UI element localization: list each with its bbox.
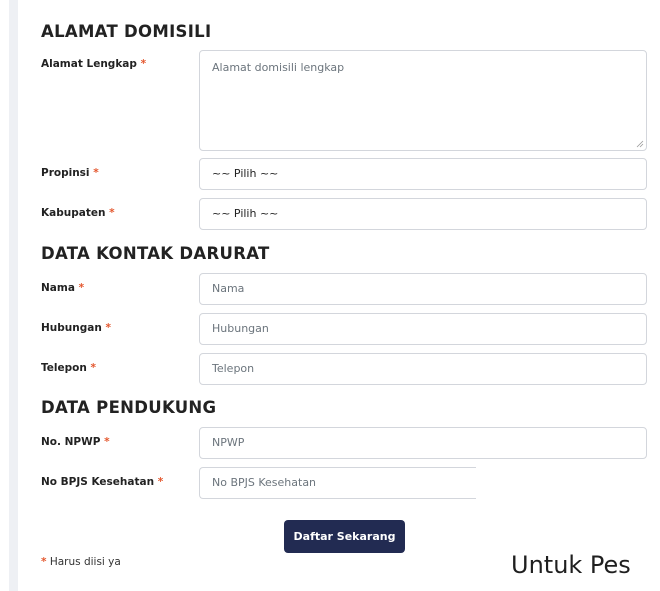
- province-select[interactable]: ~~ Pilih ~~: [199, 158, 647, 190]
- required-mark: *: [93, 167, 99, 179]
- name-placeholder: Nama: [212, 282, 245, 295]
- label-npwp: No. NPWP *: [41, 436, 110, 448]
- required-mark: *: [105, 322, 111, 334]
- label-relationship-text: Hubungan: [41, 322, 102, 334]
- label-bpjs-text: No BPJS Kesehatan: [41, 476, 155, 488]
- relationship-placeholder: Hubungan: [212, 322, 269, 335]
- resize-grip-icon[interactable]: [636, 140, 644, 148]
- label-province: Propinsi *: [41, 167, 99, 179]
- label-phone: Telepon *: [41, 362, 96, 374]
- footnote-text: Harus diisi ya: [49, 556, 121, 568]
- label-name: Nama *: [41, 282, 84, 294]
- name-input[interactable]: Nama: [199, 273, 647, 305]
- npwp-input[interactable]: NPWP: [199, 427, 647, 459]
- overlay-heading: Untuk Pes: [511, 551, 631, 579]
- section-title-support: DATA PENDUKUNG: [41, 398, 217, 417]
- phone-placeholder: Telepon: [212, 362, 255, 375]
- regency-select[interactable]: ~~ Pilih ~~: [199, 198, 647, 230]
- label-relationship: Hubungan *: [41, 322, 111, 334]
- submit-button[interactable]: Daftar Sekarang: [284, 520, 405, 553]
- phone-input[interactable]: Telepon: [199, 353, 647, 385]
- footnote-mark: *: [41, 556, 47, 568]
- required-mark: *: [157, 476, 164, 488]
- npwp-placeholder: NPWP: [212, 436, 245, 449]
- section-title-domicile: ALAMAT DOMISILI: [41, 22, 212, 41]
- regency-selected-value: ~~ Pilih ~~: [212, 207, 279, 220]
- full-address-textarea[interactable]: Alamat domisili lengkap: [199, 50, 647, 151]
- label-province-text: Propinsi: [41, 167, 90, 179]
- full-address-placeholder: Alamat domisili lengkap: [212, 61, 345, 74]
- required-footnote: * Harus diisi ya: [41, 556, 121, 568]
- required-mark: *: [104, 436, 110, 448]
- section-title-emergency: DATA KONTAK DARURAT: [41, 244, 270, 263]
- label-npwp-text: No. NPWP: [41, 436, 101, 448]
- required-mark: *: [109, 207, 115, 219]
- label-full-address: Alamat Lengkap *: [41, 58, 146, 70]
- label-name-text: Nama: [41, 282, 75, 294]
- required-mark: *: [90, 362, 96, 374]
- label-regency: Kabupaten *: [41, 207, 115, 219]
- label-phone-text: Telepon: [41, 362, 87, 374]
- label-bpjs: No BPJS Kesehatan *: [41, 476, 163, 488]
- label-regency-text: Kabupaten: [41, 207, 106, 219]
- label-full-address-text: Alamat Lengkap: [41, 58, 137, 70]
- required-mark: *: [78, 282, 85, 294]
- province-selected-value: ~~ Pilih ~~: [212, 167, 279, 180]
- bpjs-placeholder: No BPJS Kesehatan: [212, 476, 317, 489]
- required-mark: *: [140, 58, 147, 70]
- relationship-input[interactable]: Hubungan: [199, 313, 647, 345]
- bpjs-input[interactable]: No BPJS Kesehatan: [199, 467, 476, 499]
